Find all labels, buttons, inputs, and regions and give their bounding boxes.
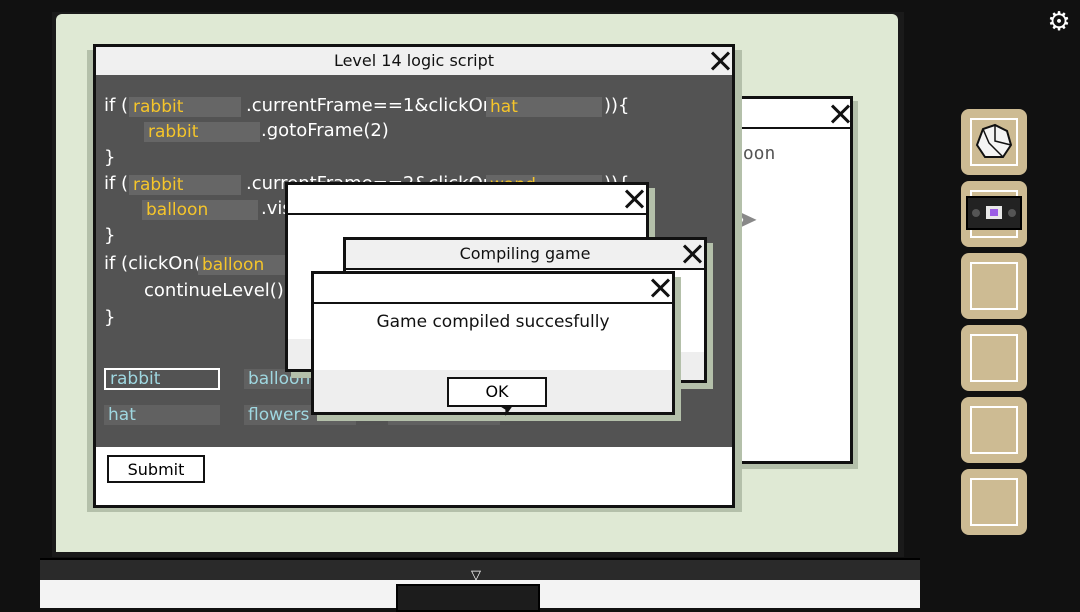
code-text: )){ [604, 95, 630, 116]
compiling-window-titlebar: Compiling game [346, 240, 704, 270]
code-text: continueLevel() [144, 280, 284, 301]
close-icon[interactable] [682, 244, 702, 264]
script-window-titlebar: Level 14 logic script [96, 47, 732, 77]
script-window-title: Level 14 logic script [333, 51, 495, 70]
inventory-slot-empty[interactable] [961, 325, 1027, 391]
word-bank-item[interactable]: hat [104, 405, 220, 425]
inventory-slot-empty[interactable] [961, 253, 1027, 319]
chevron-down-icon[interactable]: ▽ [467, 568, 485, 584]
back-window: loon ➤ [732, 96, 853, 464]
code-text: .gotoFrame(2) [261, 120, 389, 141]
code-text: } [104, 307, 116, 328]
vhs-tape-icon [966, 196, 1022, 230]
close-icon[interactable] [830, 104, 850, 124]
code-text: if ( [104, 173, 129, 194]
compiling-window-title: Compiling game [459, 244, 591, 263]
gear-icon[interactable]: ⚙ [1046, 9, 1072, 35]
success-dialog: Game compiled succesfully OK ➤ [311, 271, 675, 421]
close-icon[interactable] [650, 278, 670, 298]
word-bank-item[interactable]: rabbit [104, 368, 220, 390]
success-dialog-titlebar [314, 274, 672, 304]
inventory-slot-empty[interactable] [961, 397, 1027, 463]
code-slot[interactable]: hat [486, 97, 602, 117]
code-slot[interactable]: rabbit [129, 97, 241, 117]
code-text: if (clickOn( [104, 253, 201, 274]
success-message: Game compiled succesfully [376, 312, 610, 332]
inventory-slot-crystal-rock[interactable] [961, 109, 1027, 175]
submit-button[interactable]: Submit [107, 455, 205, 483]
code-slot[interactable]: balloon [142, 200, 258, 220]
code-text: } [104, 225, 116, 246]
rock-icon [975, 123, 1013, 158]
code-text: if ( [104, 95, 129, 116]
blank-window-titlebar [288, 185, 646, 215]
code-text: .currentFrame==1&clickOn( [246, 95, 502, 116]
inventory-slot-empty[interactable] [961, 469, 1027, 535]
inventory-slot-vhs-tape[interactable] [961, 181, 1027, 247]
close-icon[interactable] [710, 51, 730, 71]
code-text: } [104, 147, 116, 168]
close-icon[interactable] [624, 189, 644, 209]
code-slot[interactable]: rabbit [129, 175, 241, 195]
code-slot[interactable]: rabbit [144, 122, 260, 142]
